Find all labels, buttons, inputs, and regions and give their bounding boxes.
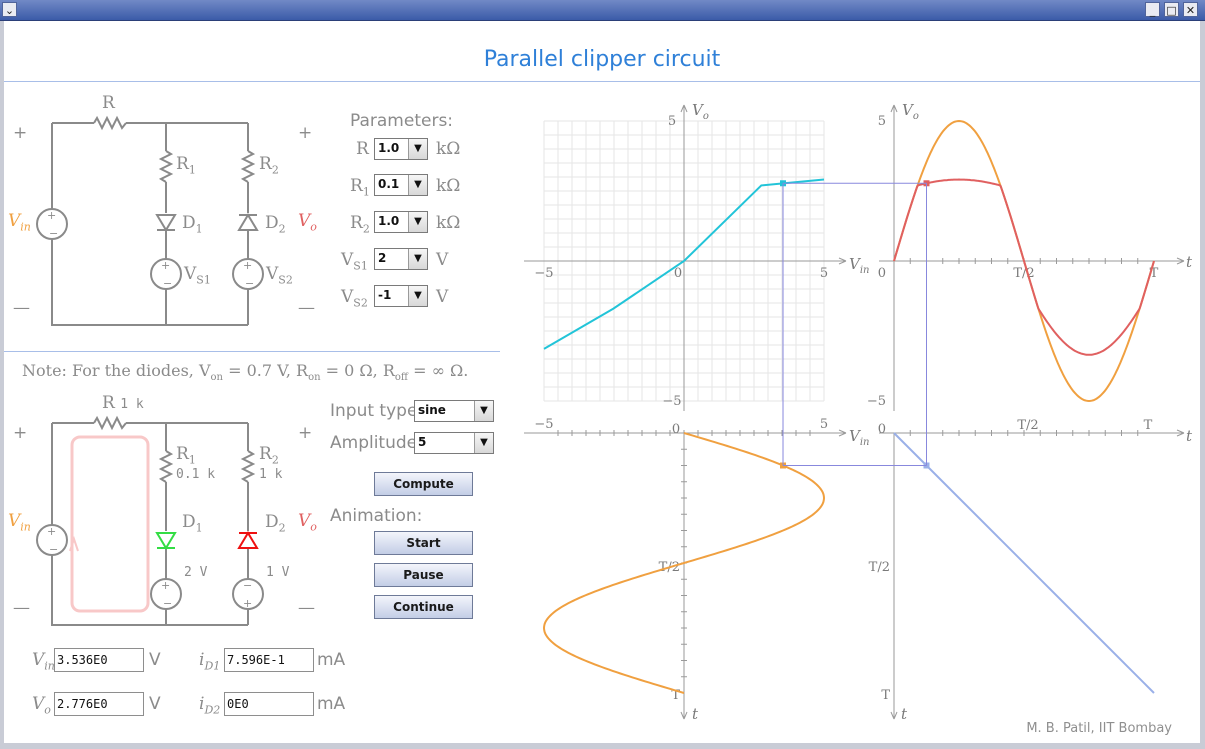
tt-tick-half: T/2: [1017, 418, 1038, 433]
vin-t-label: t: [692, 705, 699, 723]
transfer-tick-y-max: 5: [668, 114, 676, 129]
vo-tick-zero: 0: [878, 266, 886, 281]
vo-tick-half: T/2: [1013, 266, 1034, 281]
tt-tick-full: T: [1144, 418, 1153, 433]
title-bar: ⌄ _ □ ✕: [0, 0, 1205, 21]
credit-text: M. B. Patil, IIT Bombay: [1026, 721, 1172, 736]
transfer-y-label: Vo: [692, 101, 709, 122]
vin-tick-x-max: 5: [820, 417, 828, 432]
plots-area: −5 0 55−5VinVo0 T/2 T5−5tVo−5 0 5T/2TVint0 T/2 T…: [524, 101, 1193, 723]
vin-x-label: Vin: [849, 427, 869, 448]
close-icon[interactable]: ✕: [1183, 2, 1198, 17]
applet-panel: Parallel clipper circuit + − + − + − R R…: [4, 21, 1200, 743]
vo-y-label: Vo: [902, 101, 919, 122]
vin-tick-x-zero: 0: [672, 422, 680, 437]
tt-tick-y-half: T/2: [869, 560, 890, 575]
transfer-tick-x-zero: 0: [674, 266, 682, 281]
transfer-tick-x-max: 5: [820, 266, 828, 281]
transfer-x-label: Vin: [849, 255, 869, 276]
minimize-icon[interactable]: _: [1145, 2, 1160, 17]
vo-x-label: t: [1186, 253, 1193, 271]
tt-line: [893, 432, 1155, 694]
tt-tick-zero: 0: [878, 422, 886, 437]
transfer-tick-x-min: −5: [534, 266, 553, 281]
vo-tick-y-min: −5: [867, 394, 886, 409]
maximize-icon[interactable]: □: [1164, 2, 1179, 17]
tt-tick-y-full: T: [881, 688, 890, 703]
tt-y-label: t: [901, 705, 908, 723]
tt-x-label: t: [1186, 427, 1193, 445]
window-menu-icon[interactable]: ⌄: [2, 2, 17, 17]
vo-tick-y-max: 5: [878, 114, 886, 129]
app-window: ⌄ _ □ ✕ Parallel clipper circuit + − + −…: [0, 0, 1205, 749]
vin-tick-x-min: −5: [534, 417, 553, 432]
transfer-tick-y-min: −5: [662, 394, 681, 409]
